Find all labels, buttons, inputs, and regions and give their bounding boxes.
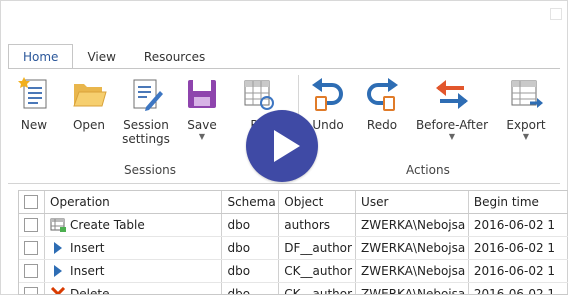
user-cell: ZWERKA\Nebojsa (355, 236, 469, 260)
video-play-button[interactable] (246, 110, 318, 182)
column-header-begin-time[interactable]: Begin time (468, 191, 568, 214)
operations-table: Operation Schema Object User Begin time … (19, 191, 568, 295)
schema-cell: dbo (221, 259, 280, 283)
before-after-label: Before-After (415, 118, 489, 132)
new-document-icon (18, 77, 47, 109)
column-header-object[interactable]: Object (278, 191, 357, 214)
delete-x-icon (50, 287, 66, 294)
grid-header-row: Operation Schema Object User Begin time (19, 191, 568, 214)
redo-button[interactable]: Redo (360, 77, 404, 132)
operation-cell: Delete (70, 286, 110, 295)
save-dropdown-icon: ▼ (198, 132, 206, 141)
window-corner-button[interactable] (550, 8, 562, 20)
redo-arrow-icon (367, 78, 398, 111)
table-row[interactable]: Delete dbo CK__author ZWERKA\Nebojsa 201… (19, 282, 568, 295)
object-cell: authors (278, 213, 357, 237)
folder-open-icon (73, 84, 107, 107)
session-label-line1: Session (123, 118, 169, 132)
row-checkbox[interactable] (24, 287, 38, 294)
row-checkbox[interactable] (24, 264, 38, 279)
export-table-icon (511, 80, 543, 108)
column-header-schema[interactable]: Schema (221, 191, 280, 214)
session-label-line2: settings (122, 132, 170, 146)
export-button[interactable]: Export ▼ (502, 77, 550, 142)
open-label: Open (72, 118, 106, 132)
row-checkbox[interactable] (24, 241, 38, 256)
tab-resources[interactable]: Resources (130, 45, 219, 69)
ribbon-tabs: Home View Resources (8, 44, 219, 70)
insert-arrow-icon (54, 242, 63, 255)
new-label: New (20, 118, 48, 132)
redo-label: Redo (366, 118, 398, 132)
before-after-button[interactable]: Before-After ▼ (412, 77, 492, 142)
insert-arrow-icon (54, 265, 63, 278)
report-table-icon (244, 80, 274, 110)
new-button[interactable]: New (14, 77, 54, 132)
export-dropdown-icon: ▼ (522, 132, 530, 141)
column-header-user[interactable]: User (355, 191, 469, 214)
user-cell: ZWERKA\Nebojsa (355, 213, 469, 237)
play-triangle-icon (274, 130, 300, 162)
table-icon (50, 218, 67, 233)
save-button[interactable]: Save ▼ (182, 77, 222, 142)
user-cell: ZWERKA\Nebojsa (355, 282, 469, 294)
object-cell: DF__author (278, 236, 357, 260)
select-all-cell[interactable] (19, 191, 46, 214)
sessions-group-label: Sessions (124, 163, 177, 177)
before-after-dropdown-icon: ▼ (448, 132, 456, 141)
begin-time-cell: 2016-06-02 1 (468, 213, 568, 237)
begin-time-cell: 2016-06-02 1 (468, 259, 568, 283)
table-row[interactable]: Insert dbo CK__author ZWERKA\Nebojsa 201… (19, 259, 568, 283)
before-after-arrows-icon (436, 80, 468, 109)
export-label: Export (506, 118, 546, 132)
begin-time-cell: 2016-06-02 1 (468, 282, 568, 294)
begin-time-cell: 2016-06-02 1 (468, 236, 568, 260)
tab-home[interactable]: Home (8, 44, 74, 70)
row-checkbox[interactable] (24, 218, 38, 233)
object-cell: CK__author (278, 282, 357, 294)
select-all-checkbox[interactable] (24, 195, 38, 210)
save-disk-icon (188, 80, 216, 108)
operation-cell: Create Table (70, 217, 145, 232)
column-header-operation[interactable]: Operation (44, 191, 223, 214)
schema-cell: dbo (221, 213, 280, 237)
schema-cell: dbo (221, 236, 280, 260)
actions-group-label: Actions (406, 163, 450, 177)
session-settings-icon (133, 79, 163, 111)
table-row[interactable]: Create Table dbo authors ZWERKA\Nebojsa … (19, 213, 568, 237)
user-cell: ZWERKA\Nebojsa (355, 259, 469, 283)
tab-view[interactable]: View (73, 45, 129, 69)
table-row[interactable]: Insert dbo DF__author ZWERKA\Nebojsa 201… (19, 236, 568, 260)
operations-grid: Operation Schema Object User Begin time … (18, 190, 568, 295)
schema-cell: dbo (221, 282, 280, 294)
object-cell: CK__author (278, 259, 357, 283)
undo-arrow-icon (312, 78, 343, 111)
save-label: Save (187, 118, 217, 132)
operation-cell: Insert (70, 240, 105, 255)
open-button[interactable]: Open (66, 77, 112, 132)
operation-cell: Insert (70, 263, 105, 278)
session-settings-button[interactable]: Session settings (120, 77, 172, 146)
